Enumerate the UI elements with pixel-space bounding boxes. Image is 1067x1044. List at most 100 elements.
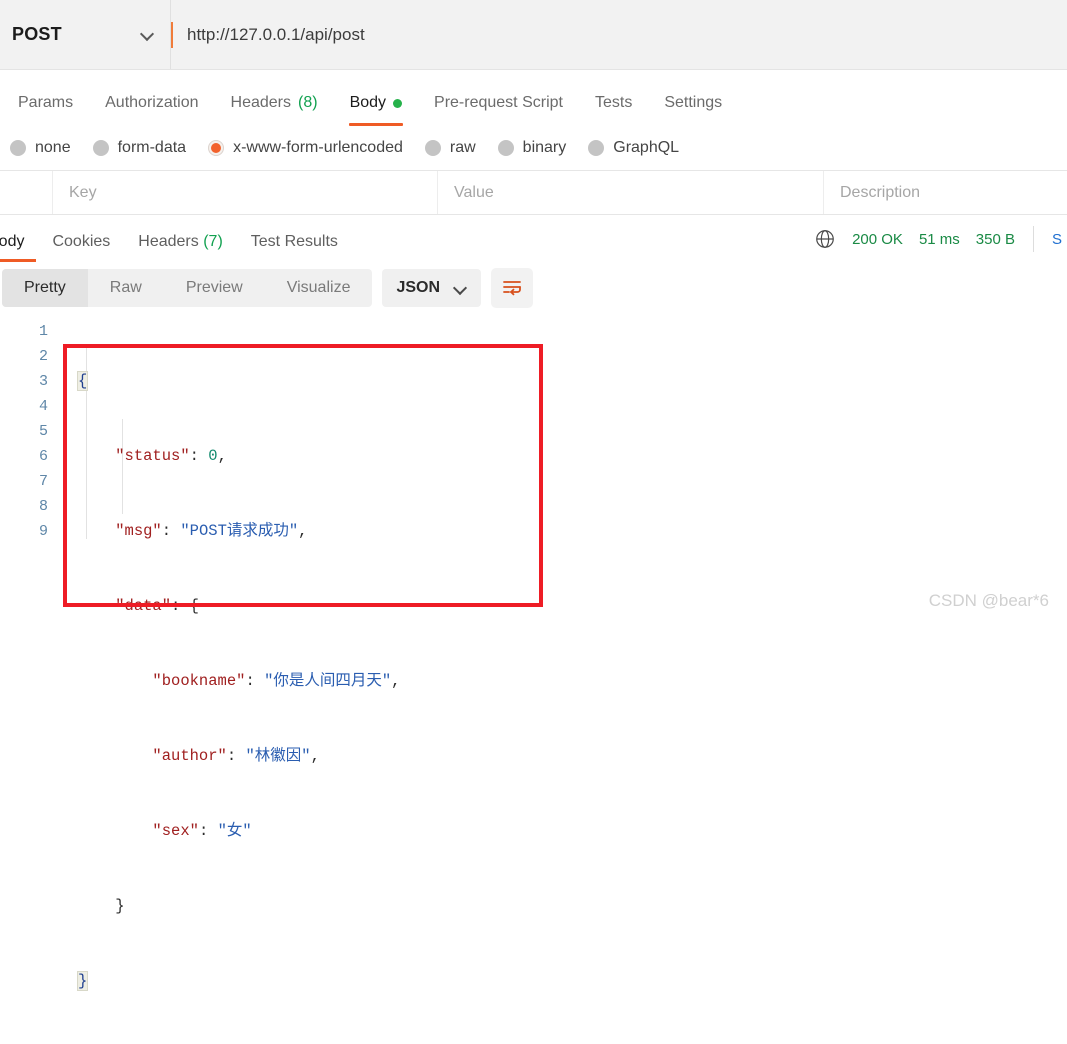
response-tab-body[interactable]: Body <box>0 233 38 262</box>
view-preview[interactable]: Preview <box>164 269 265 307</box>
param-table-col-key: Key <box>53 171 438 214</box>
view-visualize-label: Visualize <box>286 279 351 296</box>
url-input[interactable]: http://127.0.0.1/api/post <box>171 0 1067 69</box>
line-number: 6 <box>38 448 48 465</box>
json-value-sex: "女" <box>217 822 252 840</box>
chevron-down-icon <box>141 28 154 41</box>
tab-headers-count: (8) <box>298 94 318 111</box>
param-table-select-all-cell[interactable] <box>0 171 53 214</box>
radio-none-label: none <box>35 139 71 156</box>
response-format-dropdown[interactable]: JSON <box>382 269 482 307</box>
json-key-bookname: "bookname" <box>152 672 246 690</box>
line-number: 3 <box>38 373 48 390</box>
response-tab-cookies[interactable]: Cookies <box>38 233 124 262</box>
param-table-col-key-label: Key <box>69 183 97 201</box>
watermark: CSDN @bear*6 <box>928 591 1049 610</box>
tab-authorization[interactable]: Authorization <box>89 94 214 126</box>
radio-x-www-form-urlencoded[interactable]: x-www-form-urlencoded <box>208 139 403 157</box>
tab-settings-label: Settings <box>664 94 723 111</box>
radio-binary-label: binary <box>522 139 567 156</box>
radio-none[interactable]: none <box>10 139 71 157</box>
response-tab-headers-label: Headers <box>138 233 199 250</box>
tab-pre-request-script-label: Pre-request Script <box>434 94 563 111</box>
response-status-bar: 200 OK 51 ms 350 B S <box>814 226 1067 252</box>
tab-body[interactable]: Body <box>334 94 418 126</box>
radio-raw[interactable]: raw <box>424 139 476 157</box>
response-tab-bar: Body Cookies Headers (7) Test Results 20… <box>0 215 1067 262</box>
response-tab-test-results[interactable]: Test Results <box>237 233 352 262</box>
body-type-radio-group: none form-data x-www-form-urlencoded raw… <box>0 126 1067 170</box>
tab-headers[interactable]: Headers (8) <box>215 94 334 126</box>
view-raw[interactable]: Raw <box>88 269 164 307</box>
radio-icon <box>424 140 441 156</box>
tab-tests-label: Tests <box>594 94 633 111</box>
tab-settings[interactable]: Settings <box>648 94 738 126</box>
text-caret <box>171 22 173 48</box>
radio-icon <box>497 140 514 156</box>
http-method-label: POST <box>12 24 62 44</box>
line-number: 8 <box>38 498 48 515</box>
tab-params-label: Params <box>18 94 74 111</box>
response-format-label: JSON <box>396 279 441 296</box>
view-visualize[interactable]: Visualize <box>265 269 373 307</box>
view-raw-label: Raw <box>109 279 142 296</box>
code-line: } <box>76 969 400 994</box>
json-key-sex: "sex" <box>152 822 199 840</box>
status-code: 200 OK <box>852 230 903 248</box>
response-tab-test-results-label: Test Results <box>250 233 338 250</box>
close-brace: } <box>76 971 89 991</box>
radio-icon <box>10 140 26 156</box>
line-number: 1 <box>38 323 48 340</box>
code-gutter: 1 2 3 4 5 6 7 8 9 <box>0 319 48 544</box>
response-body-code-viewer[interactable]: 1 2 3 4 5 6 7 8 9 { "status": 0, "msg": … <box>0 314 1067 991</box>
tab-pre-request-script[interactable]: Pre-request Script <box>418 94 579 126</box>
view-pretty[interactable]: Pretty <box>2 269 88 307</box>
radio-icon <box>588 140 605 156</box>
json-value-bookname: "你是人间四月天" <box>264 672 392 690</box>
response-tab-body-label: Body <box>0 233 25 250</box>
word-wrap-button[interactable] <box>491 268 534 308</box>
radio-graphql[interactable]: GraphQL <box>588 139 679 157</box>
code-line: "status": 0, <box>115 447 227 465</box>
save-response-link[interactable]: S <box>1052 231 1065 248</box>
url-value: http://127.0.0.1/api/post <box>187 24 365 44</box>
body-present-dot-icon <box>393 98 403 108</box>
code-content: { "status": 0, "msg": "POST请求成功", "data"… <box>76 319 401 1044</box>
response-size: 350 B <box>975 230 1015 248</box>
json-value-status: 0 <box>208 447 218 465</box>
radio-graphql-label: GraphQL <box>613 139 680 156</box>
view-preview-label: Preview <box>185 279 243 296</box>
divider <box>1033 226 1034 252</box>
json-value-msg: "POST请求成功" <box>180 522 299 540</box>
word-wrap-icon <box>503 281 521 296</box>
json-key-data: "data" <box>115 597 172 615</box>
open-brace: { <box>76 371 89 391</box>
line-number: 4 <box>38 398 48 415</box>
json-value-author: "林徽因" <box>245 747 311 765</box>
code-line: "sex": "女" <box>152 822 252 840</box>
radio-form-data-label: form-data <box>117 139 187 156</box>
radio-selected-icon <box>208 140 225 156</box>
globe-icon <box>816 230 834 248</box>
http-method-dropdown[interactable]: POST <box>0 0 171 69</box>
tab-authorization-label: Authorization <box>105 94 199 111</box>
open-brace: { <box>189 597 199 615</box>
radio-form-data[interactable]: form-data <box>92 139 187 157</box>
request-tab-bar: Params Authorization Headers (8) Body Pr… <box>0 70 1067 126</box>
tab-params[interactable]: Params <box>2 94 89 126</box>
response-time: 51 ms <box>918 230 960 248</box>
radio-binary[interactable]: binary <box>497 139 567 157</box>
line-number: 2 <box>38 348 48 365</box>
code-line: "bookname": "你是人间四月天", <box>152 672 401 690</box>
radio-raw-label: raw <box>449 139 476 156</box>
close-brace: } <box>115 897 125 915</box>
param-table-col-value: Value <box>438 171 824 214</box>
param-table-col-description-label: Description <box>840 183 921 201</box>
code-line: { <box>76 369 400 394</box>
code-line: "data": { <box>115 597 199 615</box>
view-pretty-label: Pretty <box>24 279 66 296</box>
tab-headers-label: Headers <box>230 94 291 111</box>
code-line: "author": "林徽因", <box>152 747 320 765</box>
tab-tests[interactable]: Tests <box>579 94 648 126</box>
response-tab-headers[interactable]: Headers (7) <box>124 233 237 262</box>
